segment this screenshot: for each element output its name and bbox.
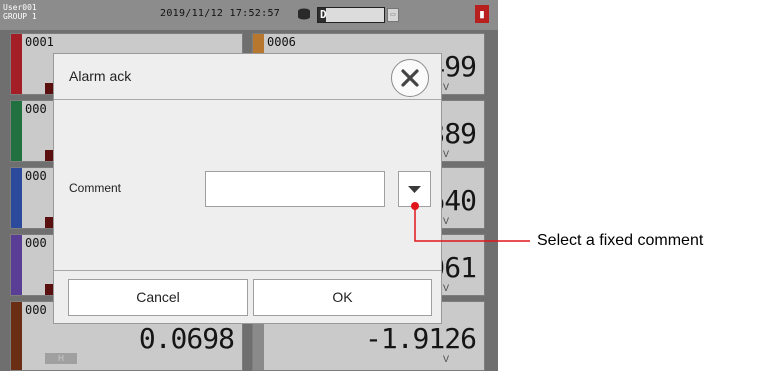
callout-pointer: [411, 202, 530, 242]
callout-label: Select a fixed comment: [537, 232, 704, 249]
